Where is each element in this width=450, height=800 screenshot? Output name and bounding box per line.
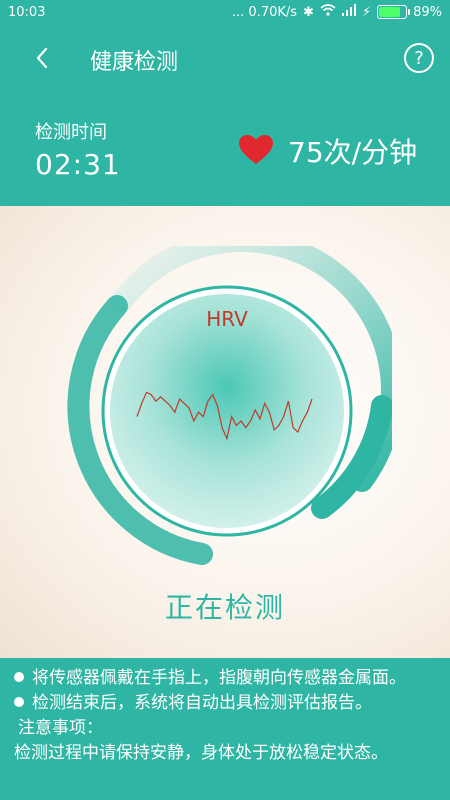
status-indicators: ... 0.70K/s ✱ ⚡ 89% bbox=[232, 4, 442, 20]
app-bar: 健康检测 ? bbox=[0, 26, 450, 96]
battery-icon bbox=[377, 5, 411, 19]
charging-icon: ⚡ bbox=[361, 4, 372, 20]
instruction-item: 将传感器佩戴在手指上，指腹朝向传感器金属面。 bbox=[14, 666, 438, 691]
detection-time-label: 检测时间 bbox=[35, 122, 107, 143]
bullet-icon bbox=[14, 672, 24, 682]
heart-rate-value: 75次/分钟 bbox=[288, 136, 418, 169]
progress-ring: HRV bbox=[67, 246, 392, 565]
hrv-label: HRV bbox=[206, 307, 248, 331]
status-bar: 10:03 ... 0.70K/s ✱ ⚡ 89% bbox=[0, 0, 450, 26]
battery-fill bbox=[379, 7, 401, 17]
detection-status: 正在检测 bbox=[164, 591, 285, 624]
notes-heading: 注意事项： bbox=[18, 718, 103, 738]
detection-info: 检测时间 02:31 75次/分钟 bbox=[0, 96, 450, 206]
notes-text: 检测过程中请保持安静，身体处于放松稳定状态。 bbox=[14, 743, 388, 763]
network-speed: ... 0.70K/s bbox=[231, 4, 298, 20]
page-title: 健康检测 bbox=[90, 50, 179, 75]
detection-stage: HRV 正在检测 bbox=[0, 206, 450, 658]
question-mark-icon: ? bbox=[414, 47, 424, 69]
detection-time-value: 02:31 bbox=[35, 148, 121, 181]
bullet-icon bbox=[14, 697, 24, 707]
battery-percent: 89% bbox=[413, 4, 442, 20]
wifi-icon bbox=[320, 4, 336, 20]
chevron-left-icon bbox=[36, 47, 48, 69]
instructions-panel: 将传感器佩戴在手指上，指腹朝向传感器金属面。 检测结束后，系统将自动出具检测评估… bbox=[0, 658, 450, 800]
bluetooth-icon: ✱ bbox=[303, 4, 314, 20]
status-time: 10:03 bbox=[8, 5, 46, 20]
help-button[interactable]: ? bbox=[404, 43, 434, 73]
signal-icon bbox=[341, 4, 356, 20]
instruction-item: 检测结束后，系统将自动出具检测评估报告。 bbox=[14, 691, 438, 716]
heart-icon bbox=[239, 135, 273, 164]
back-button[interactable] bbox=[22, 38, 62, 78]
